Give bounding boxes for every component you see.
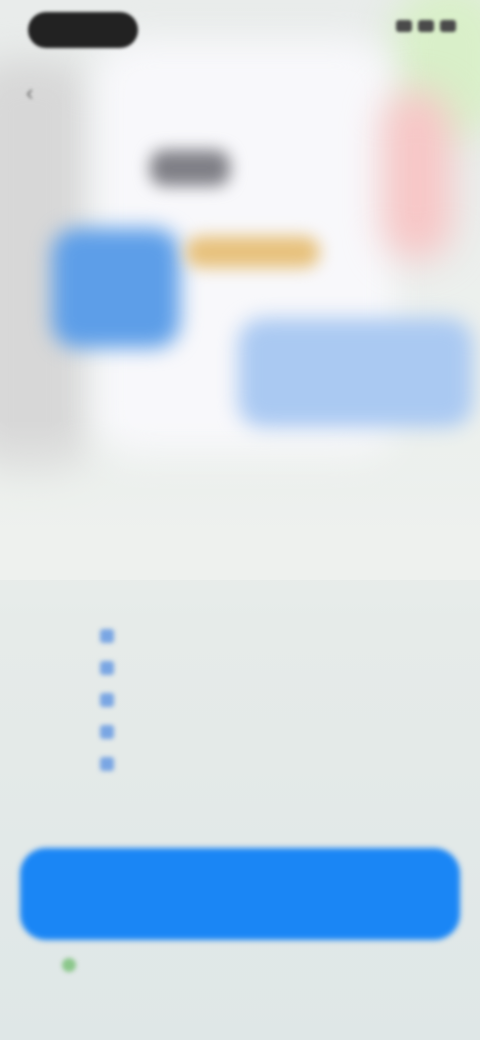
status-bar [0, 0, 480, 60]
feature-item [100, 748, 400, 780]
status-dot-icon [62, 958, 76, 972]
battery-icon [440, 20, 456, 32]
bg-shape-blue-right [238, 318, 473, 428]
check-icon [100, 725, 114, 739]
feature-item [100, 716, 400, 748]
bottom-link[interactable] [62, 958, 86, 972]
wifi-icon [418, 20, 434, 32]
feature-item [100, 684, 400, 716]
check-icon [100, 693, 114, 707]
bg-shape-yellow [185, 236, 320, 268]
bg-shape-blue-left [52, 228, 180, 348]
check-icon [100, 757, 114, 771]
status-time [28, 12, 138, 48]
bg-shape-pink [382, 90, 452, 260]
check-icon [100, 661, 114, 675]
feature-item [100, 620, 400, 652]
signal-icon [396, 20, 412, 32]
bg-fade [0, 420, 480, 580]
bg-shape-gray [150, 150, 230, 186]
back-chevron-icon[interactable]: ‹ [26, 82, 48, 104]
continue-button[interactable] [20, 848, 460, 940]
status-icons [396, 20, 456, 32]
feature-item [100, 652, 400, 684]
feature-list [100, 620, 400, 780]
check-icon [100, 629, 114, 643]
